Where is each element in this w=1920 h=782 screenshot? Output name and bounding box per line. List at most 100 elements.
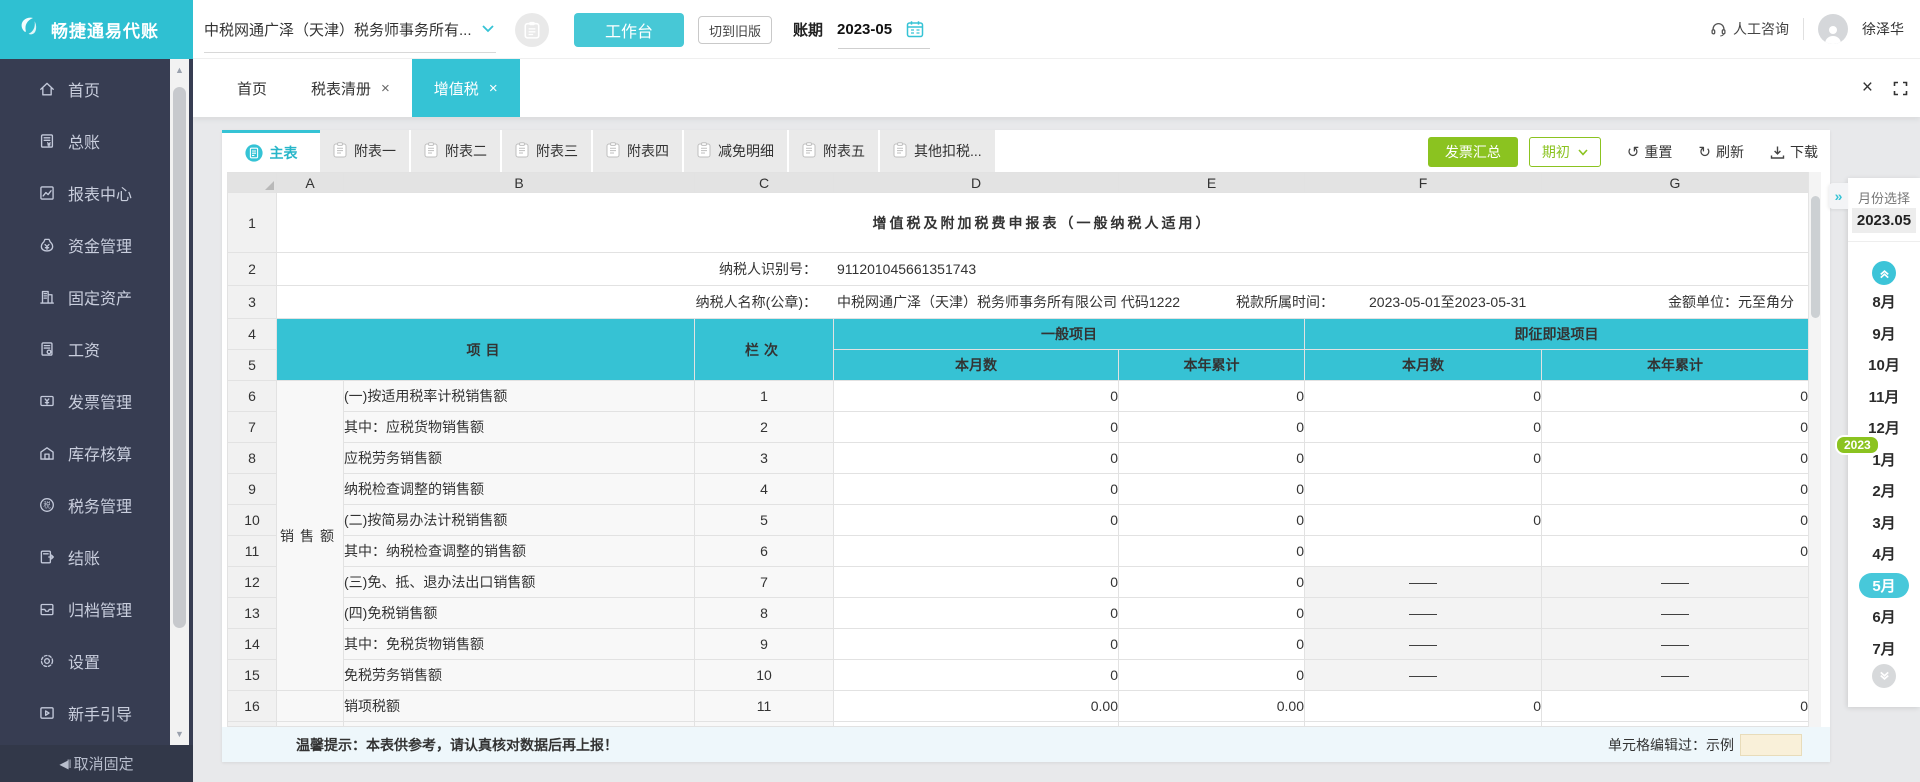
sidebar-scrollbar[interactable]: ▲ ▼ bbox=[170, 59, 189, 745]
sidebar-item-guide[interactable]: 新手引导 bbox=[0, 687, 170, 739]
subtab-attachment-1[interactable]: 附表一 bbox=[320, 130, 411, 172]
cell[interactable]: 0 bbox=[1541, 504, 1809, 536]
sidebar-item-payroll[interactable]: 工资 bbox=[0, 323, 170, 375]
support-link[interactable]: 人工咨询 bbox=[1710, 19, 1789, 39]
row-header-11[interactable]: 11 bbox=[227, 535, 277, 567]
item-cell[interactable]: 纳税检查调整的销售额 bbox=[343, 473, 695, 505]
cell[interactable]: 0 bbox=[1541, 690, 1809, 722]
row-header-12[interactable]: 12 bbox=[227, 566, 277, 598]
month-item-6月[interactable]: 6月 bbox=[1848, 601, 1920, 633]
column-header-B[interactable]: B bbox=[343, 172, 695, 193]
line-no-cell[interactable]: 9 bbox=[694, 628, 834, 660]
cell[interactable]: —— bbox=[1304, 566, 1542, 598]
month-item-9月[interactable]: 9月 bbox=[1848, 318, 1920, 350]
row-header-10[interactable]: 10 bbox=[227, 504, 277, 536]
row-header-14[interactable]: 14 bbox=[227, 628, 277, 660]
scroll-down-arrow-icon[interactable]: ▼ bbox=[170, 729, 189, 739]
select-all-corner[interactable] bbox=[227, 172, 277, 193]
item-cell[interactable]: (四)免税销售额 bbox=[343, 597, 695, 629]
opening-balance-button[interactable]: 期初 bbox=[1528, 137, 1601, 167]
collapse-panel-icon[interactable]: » bbox=[1829, 183, 1848, 209]
cell[interactable]: 0 bbox=[1118, 597, 1305, 629]
cell[interactable]: 0 bbox=[1118, 535, 1305, 567]
subtab-main-sheet[interactable]: 主表 bbox=[222, 130, 320, 172]
column-header-D[interactable]: D bbox=[833, 172, 1119, 193]
subtab-attachment-5[interactable]: 减免明细 bbox=[684, 130, 789, 172]
month-item-11月[interactable]: 11月 bbox=[1848, 381, 1920, 413]
column-header-G[interactable]: G bbox=[1541, 172, 1809, 193]
sidebar-item-invoice[interactable]: 发票管理 bbox=[0, 375, 170, 427]
sheet-scrollbar-thumb[interactable] bbox=[1811, 196, 1820, 318]
item-cell[interactable]: 其中：免税货物销售额 bbox=[343, 628, 695, 660]
line-no-cell[interactable]: 1 bbox=[694, 380, 834, 412]
line-no-cell[interactable]: 7 bbox=[694, 566, 834, 598]
sidebar-item-closing[interactable]: 结账 bbox=[0, 531, 170, 583]
row-header-8[interactable]: 8 bbox=[227, 442, 277, 474]
cell[interactable] bbox=[833, 535, 1119, 567]
cell[interactable]: 0 bbox=[1541, 411, 1809, 443]
tab-tax-form-list[interactable]: 税表清册 × bbox=[289, 59, 412, 117]
item-cell[interactable]: 其中：纳税检查调整的销售额 bbox=[343, 535, 695, 567]
month-item-7月[interactable]: 7月 bbox=[1848, 633, 1920, 665]
line-no-cell[interactable]: 8 bbox=[694, 597, 834, 629]
sidebar-scrollbar-thumb[interactable] bbox=[173, 87, 186, 628]
column-header-E[interactable]: E bbox=[1118, 172, 1305, 193]
cell[interactable] bbox=[1304, 535, 1542, 567]
close-tab-icon[interactable]: × bbox=[489, 80, 498, 97]
sidebar-item-ledger[interactable]: 总账 bbox=[0, 115, 170, 167]
cell[interactable]: 0 bbox=[833, 411, 1119, 443]
cell[interactable]: 0 bbox=[1118, 566, 1305, 598]
row-header-5[interactable]: 5 bbox=[227, 349, 277, 381]
cell[interactable]: 0 bbox=[833, 504, 1119, 536]
row-header-1[interactable]: 1 bbox=[227, 192, 277, 253]
workbench-button[interactable]: 工作台 bbox=[574, 13, 684, 47]
line-no-cell[interactable]: 11 bbox=[694, 690, 834, 722]
calendar-icon[interactable] bbox=[906, 20, 924, 38]
cell[interactable]: 0 bbox=[1118, 380, 1305, 412]
month-item-4月[interactable]: 4月 bbox=[1848, 538, 1920, 570]
cell[interactable]: 0 bbox=[833, 659, 1119, 691]
column-header-F[interactable]: F bbox=[1304, 172, 1542, 193]
switch-old-version-button[interactable]: 切到旧版 bbox=[698, 16, 773, 44]
group-label-sales[interactable]: 销售额 bbox=[276, 380, 344, 691]
company-select[interactable]: 中税网通广泽（天津）税务师事务所有... bbox=[204, 0, 496, 58]
cell[interactable]: 0 bbox=[833, 380, 1119, 412]
cell[interactable] bbox=[1304, 473, 1542, 505]
cell[interactable]: 0 bbox=[833, 566, 1119, 598]
cell[interactable]: —— bbox=[1541, 566, 1809, 598]
item-cell[interactable]: (一)按适用税率计税销售额 bbox=[343, 380, 695, 412]
invoice-summary-button[interactable]: 发票汇总 bbox=[1427, 137, 1518, 167]
cell[interactable] bbox=[276, 690, 344, 722]
item-cell[interactable]: 应税劳务销售额 bbox=[343, 442, 695, 474]
unpin-sidebar-button[interactable]: ◀‖ 取消固定 bbox=[0, 745, 193, 782]
month-item-8月[interactable]: 8月 bbox=[1848, 286, 1920, 318]
username[interactable]: 徐泽华 bbox=[1862, 19, 1904, 39]
sidebar-item-settings[interactable]: 设置 bbox=[0, 635, 170, 687]
cell[interactable]: 0 bbox=[1118, 411, 1305, 443]
item-cell[interactable]: 免税劳务销售额 bbox=[343, 659, 695, 691]
close-tab-icon[interactable]: × bbox=[381, 80, 390, 97]
scroll-months-down-icon[interactable] bbox=[1872, 664, 1896, 688]
period-value[interactable]: 2023-05 bbox=[837, 21, 892, 38]
line-no-cell[interactable]: 3 bbox=[694, 442, 834, 474]
cell[interactable]: —— bbox=[1304, 659, 1542, 691]
month-item-10月[interactable]: 10月 bbox=[1848, 349, 1920, 381]
subtab-attachment-6[interactable]: 附表五 bbox=[789, 130, 880, 172]
sidebar-item-inventory[interactable]: 库存核算 bbox=[0, 427, 170, 479]
sheet-scrollbar[interactable] bbox=[1808, 172, 1821, 727]
cell[interactable]: 0 bbox=[833, 628, 1119, 660]
row-header-9[interactable]: 9 bbox=[227, 473, 277, 505]
tab-home[interactable]: 首页 bbox=[215, 59, 289, 117]
row-header-7[interactable]: 7 bbox=[227, 411, 277, 443]
item-cell[interactable]: 销项税额 bbox=[343, 690, 695, 722]
sidebar-item-home[interactable]: 首页 bbox=[0, 63, 170, 115]
subtab-attachment-4[interactable]: 附表四 bbox=[593, 130, 684, 172]
row-header-13[interactable]: 13 bbox=[227, 597, 277, 629]
cell[interactable]: —— bbox=[1541, 659, 1809, 691]
sidebar-item-assets[interactable]: 固定资产 bbox=[0, 271, 170, 323]
cell[interactable]: 0 bbox=[1541, 535, 1809, 567]
subtab-attachment-2[interactable]: 附表二 bbox=[411, 130, 502, 172]
sidebar-item-funds[interactable]: 资金管理 bbox=[0, 219, 170, 271]
row-header-16[interactable]: 16 bbox=[227, 690, 277, 722]
line-no-cell[interactable]: 4 bbox=[694, 473, 834, 505]
